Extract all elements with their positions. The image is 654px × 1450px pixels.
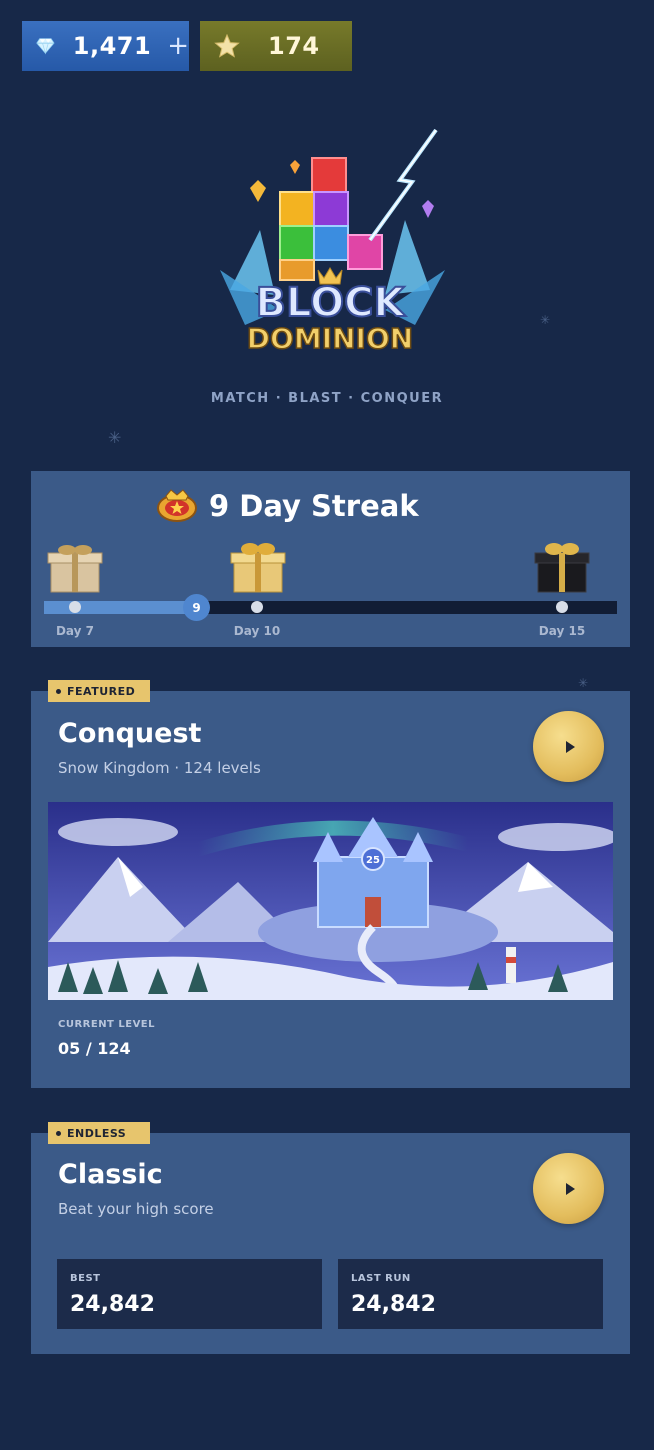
endless-tag-label: ENDLESS — [67, 1126, 127, 1140]
tagline: MATCH · BLAST · CONQUER — [210, 391, 444, 406]
logo-line-1: BLOCK — [256, 280, 407, 326]
gift-icon — [534, 543, 590, 593]
sparkle-icon: ✳ — [108, 428, 122, 447]
classic-subtitle: Beat your high score — [58, 1200, 214, 1218]
streak-badge-icon — [157, 489, 197, 522]
milestone-node — [556, 601, 568, 613]
conquest-play-button[interactable] — [533, 711, 604, 782]
streak-title: 9 Day Streak — [209, 489, 419, 523]
milestone-label: Day 7 — [55, 624, 95, 638]
current-level-label: CURRENT LEVEL — [58, 1019, 156, 1030]
classic-play-button[interactable] — [533, 1153, 604, 1224]
diamond-icon — [36, 38, 55, 55]
tag-dot — [56, 1130, 61, 1136]
best-score-value: 24,842 — [70, 1292, 155, 1317]
last-run-value: 24,842 — [351, 1292, 436, 1317]
classic-title: Classic — [58, 1159, 163, 1190]
game-logo: BLOCK DOMINION — [200, 120, 460, 370]
featured-tag-label: FEATURED — [67, 684, 136, 698]
best-score-label: BEST — [70, 1273, 101, 1284]
gems-value: 1,471 — [72, 32, 152, 60]
sparkle-icon: ✳ — [578, 676, 589, 690]
gems-counter[interactable]: 1,471 + — [22, 21, 189, 71]
current-level-value: 05 / 124 — [58, 1039, 131, 1058]
endless-tag: ENDLESS — [48, 1122, 150, 1144]
play-icon — [565, 740, 575, 753]
castle-number: 25 — [366, 855, 380, 866]
streak-progress-fill — [44, 601, 196, 614]
gift-icon — [230, 543, 286, 593]
star-icon — [214, 34, 240, 58]
snow-kingdom-map: 25 — [48, 802, 613, 1000]
stars-counter: 174 — [200, 21, 352, 71]
play-icon — [565, 1182, 575, 1195]
stars-value: 174 — [268, 32, 320, 60]
last-run-label: LAST RUN — [351, 1273, 411, 1284]
gift-icon — [47, 545, 103, 593]
sparkle-icon: ✳ — [540, 313, 551, 327]
tag-dot — [56, 688, 61, 694]
milestone-node — [251, 601, 263, 613]
featured-tag: FEATURED — [48, 680, 150, 702]
conquest-subtitle: Snow Kingdom · 124 levels — [58, 759, 261, 777]
current-day-marker: 9 — [183, 594, 210, 621]
logo-line-2: DOMINION — [247, 322, 413, 355]
conquest-title: Conquest — [58, 718, 202, 749]
add-gems-button[interactable]: + — [167, 33, 189, 59]
milestone-label: Day 10 — [233, 624, 281, 638]
milestone-node — [69, 601, 81, 613]
milestone-label: Day 15 — [538, 624, 586, 638]
